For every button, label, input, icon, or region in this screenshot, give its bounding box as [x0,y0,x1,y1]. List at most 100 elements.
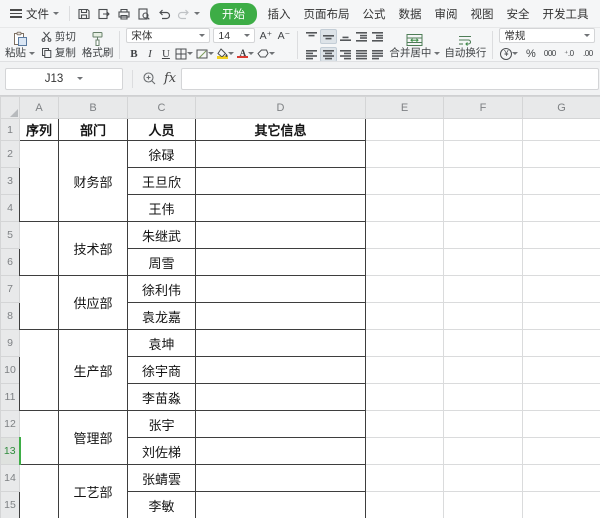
tab-数据[interactable]: 数据 [392,3,428,25]
font-name-select[interactable]: 宋体 [126,28,210,43]
info-cell[interactable] [196,141,366,168]
formula-input[interactable] [181,68,599,90]
info-cell[interactable] [196,303,366,330]
row-header-12[interactable]: 12 [1,411,20,438]
empty-cell[interactable] [366,465,444,492]
row-header-9[interactable]: 9 [1,330,20,357]
align-left-button[interactable] [304,47,319,62]
col-header-E[interactable]: E [366,97,444,119]
col-header-F[interactable]: F [444,97,523,119]
empty-cell[interactable] [523,119,600,141]
sequence-cell[interactable] [20,330,59,411]
empty-cell[interactable] [366,357,444,384]
row-header-7[interactable]: 7 [1,276,20,303]
fill-color-button[interactable] [216,46,235,61]
currency-button[interactable]: ¥ [499,46,519,61]
department-cell[interactable]: 财务部 [59,141,128,222]
decrease-indent-button[interactable] [354,29,369,44]
member-cell[interactable]: 袁坤 [128,330,196,357]
col-header-A[interactable]: A [20,97,59,119]
paste-button[interactable]: 粘贴 [3,29,37,60]
empty-cell[interactable] [366,384,444,411]
department-cell[interactable]: 工艺部 [59,465,128,518]
empty-cell[interactable] [523,330,600,357]
align-top-button[interactable] [304,29,319,44]
empty-cell[interactable] [366,222,444,249]
empty-cell[interactable] [523,303,600,330]
tab-安全[interactable]: 安全 [500,3,536,25]
member-cell[interactable]: 王伟 [128,195,196,222]
empty-cell[interactable] [523,357,600,384]
eraser-button[interactable] [256,46,276,61]
tab-特色功能[interactable]: 特色功能 [595,3,600,25]
empty-cell[interactable] [366,303,444,330]
member-cell[interactable]: 刘佐梯 [128,438,196,465]
empty-cell[interactable] [523,222,600,249]
sequence-cell[interactable] [20,276,59,330]
empty-cell[interactable] [523,168,600,195]
print-button[interactable] [114,4,134,24]
row-header-4[interactable]: 4 [1,195,20,222]
increase-indent-button[interactable] [370,29,385,44]
wrap-text-button[interactable]: 自动换行 [442,29,488,60]
italic-button[interactable]: I [142,46,157,61]
department-cell[interactable]: 技术部 [59,222,128,276]
empty-cell[interactable] [523,465,600,492]
sequence-cell[interactable] [20,141,59,222]
member-cell[interactable]: 徐利伟 [128,276,196,303]
justify-button[interactable] [354,47,369,62]
empty-cell[interactable] [523,249,600,276]
print-preview-button[interactable] [134,4,154,24]
empty-cell[interactable] [444,492,523,518]
magnifier-icon[interactable] [142,71,157,86]
member-cell[interactable]: 周雪 [128,249,196,276]
empty-cell[interactable] [366,249,444,276]
underline-button[interactable]: U [158,46,173,61]
copy-button[interactable]: 复制 [39,46,78,60]
select-all-corner[interactable] [1,97,20,119]
empty-cell[interactable] [366,276,444,303]
cell-style-button[interactable] [195,46,215,61]
decrease-decimal-button[interactable]: .00 [580,46,595,61]
file-menu-button[interactable]: 文件 [4,6,65,22]
header-cell-person[interactable]: 人员 [128,119,196,141]
align-middle-button[interactable] [320,29,337,44]
cut-button[interactable]: 剪切 [39,30,78,44]
info-cell[interactable] [196,411,366,438]
row-header-6[interactable]: 6 [1,249,20,276]
info-cell[interactable] [196,438,366,465]
info-cell[interactable] [196,384,366,411]
empty-cell[interactable] [366,141,444,168]
member-cell[interactable]: 张宇 [128,411,196,438]
col-header-C[interactable]: C [128,97,196,119]
info-cell[interactable] [196,492,366,518]
name-box[interactable]: J13 [5,68,123,90]
sequence-cell[interactable] [20,411,59,465]
info-cell[interactable] [196,168,366,195]
info-cell[interactable] [196,222,366,249]
member-cell[interactable]: 王旦欣 [128,168,196,195]
increase-decimal-button[interactable]: ⁺.0 [561,46,576,61]
empty-cell[interactable] [523,141,600,168]
col-header-B[interactable]: B [59,97,128,119]
format-painter-button[interactable]: 格式刷 [80,29,116,60]
distributed-button[interactable] [370,47,385,62]
empty-cell[interactable] [444,411,523,438]
empty-cell[interactable] [366,195,444,222]
row-header-15[interactable]: 15 [1,492,20,518]
row-header-3[interactable]: 3 [1,168,20,195]
empty-cell[interactable] [523,411,600,438]
empty-cell[interactable] [444,195,523,222]
row-header-8[interactable]: 8 [1,303,20,330]
info-cell[interactable] [196,276,366,303]
percent-button[interactable]: % [523,46,538,61]
empty-cell[interactable] [444,303,523,330]
redo-button[interactable] [174,4,194,24]
member-cell[interactable]: 李苗淼 [128,384,196,411]
member-cell[interactable]: 李敏 [128,492,196,518]
tab-审阅[interactable]: 审阅 [428,3,464,25]
bold-button[interactable]: B [126,46,141,61]
info-cell[interactable] [196,357,366,384]
number-format-select[interactable]: 常规 [499,28,595,43]
sequence-cell[interactable] [20,222,59,276]
